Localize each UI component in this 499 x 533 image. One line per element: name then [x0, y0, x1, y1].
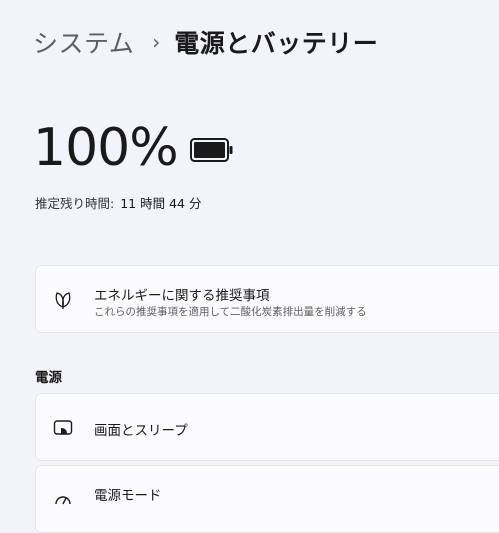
leaf-icon: [55, 292, 71, 309]
page-title: 電源とバッテリー: [174, 29, 379, 58]
power-mode-card[interactable]: 電源モード: [35, 465, 499, 533]
remaining-label: 推定残り時間:: [35, 196, 115, 211]
screen-sleep-icon: [53, 420, 73, 435]
breadcrumb: システム › 電源とバッテリー: [33, 22, 378, 62]
recommendations-title: エネルギーに関する推奨事項: [94, 288, 270, 304]
power-section-heading: 電源: [35, 370, 62, 386]
breadcrumb-chevron-icon: ›: [152, 30, 161, 54]
estimated-time-remaining: 推定残り時間: 11 時間 44 分: [35, 193, 201, 212]
battery-percentage: 100%: [33, 118, 179, 178]
screen-sleep-card[interactable]: 画面とスリープ: [35, 393, 499, 461]
screen-sleep-label: 画面とスリープ: [94, 423, 188, 439]
remaining-value: 11 時間 44 分: [120, 196, 202, 211]
power-mode-label: 電源モード: [94, 488, 162, 504]
battery-icon: [190, 138, 233, 162]
breadcrumb-parent-link[interactable]: システム: [33, 24, 134, 60]
power-mode-icon: [55, 496, 71, 505]
energy-recommendations-card[interactable]: エネルギーに関する推奨事項 これらの推奨事項を適用して二酸化炭素排出量を削減する: [35, 265, 499, 333]
recommendations-description: これらの推奨事項を適用して二酸化炭素排出量を削減する: [94, 306, 367, 318]
